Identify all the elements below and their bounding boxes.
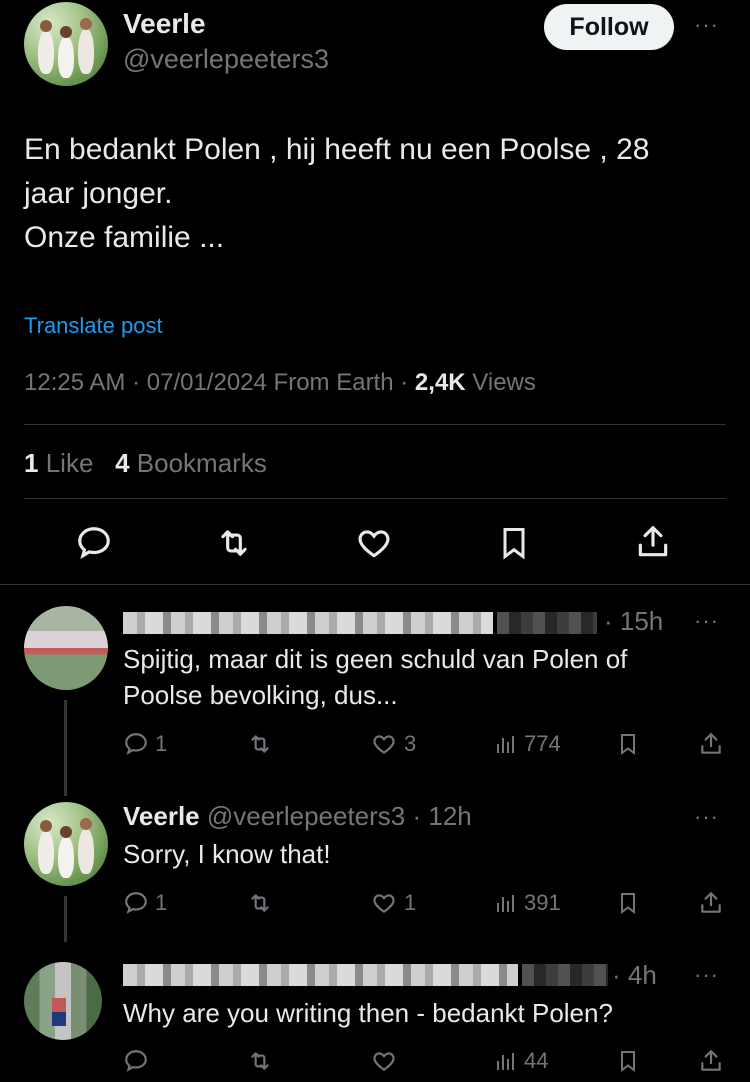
reply-button[interactable]: 1 bbox=[123, 890, 167, 916]
post-text-line: jaar jonger. bbox=[24, 177, 173, 210]
bookmark-icon bbox=[621, 1051, 635, 1072]
reply-author-name[interactable] bbox=[123, 612, 493, 634]
translate-post-link[interactable]: Translate post bbox=[24, 313, 163, 339]
like-icon bbox=[373, 894, 395, 913]
repost-icon bbox=[251, 735, 269, 753]
like-button[interactable] bbox=[370, 1048, 398, 1074]
like-button[interactable]: 3 bbox=[370, 731, 416, 757]
bookmark-button[interactable] bbox=[616, 890, 640, 916]
reply-author-handle[interactable]: @veerlepeeters3 bbox=[207, 801, 405, 831]
bookmarks-label: Bookmarks bbox=[136, 448, 267, 478]
reply-time[interactable]: · 4h bbox=[612, 960, 657, 991]
views-icon bbox=[497, 736, 514, 753]
divider bbox=[24, 498, 726, 499]
more-options-icon[interactable]: ··· bbox=[694, 804, 719, 830]
views-button[interactable]: 774 bbox=[494, 731, 561, 757]
reply-time[interactable]: · 12h bbox=[413, 801, 472, 831]
views-count: 2,4K bbox=[414, 369, 466, 396]
reply-text-line: Poolse bevolking, dus... bbox=[123, 680, 398, 710]
more-options-icon[interactable]: ··· bbox=[694, 608, 719, 634]
share-icon bbox=[701, 892, 721, 913]
post-time[interactable]: 12:25 AM bbox=[24, 369, 125, 396]
post-date[interactable]: 07/01/2024 bbox=[147, 369, 267, 396]
views-count: 391 bbox=[524, 890, 561, 915]
views-count: 44 bbox=[524, 1048, 549, 1073]
share-button[interactable] bbox=[698, 730, 724, 758]
author-avatar[interactable] bbox=[24, 802, 108, 886]
repost-button[interactable] bbox=[246, 1048, 274, 1074]
views-icon bbox=[497, 1053, 514, 1070]
reply-author-name[interactable] bbox=[123, 964, 518, 986]
author-handle[interactable]: @veerlepeeters3 bbox=[123, 44, 329, 75]
reply-author-handle[interactable] bbox=[497, 612, 597, 634]
reply-avatar[interactable] bbox=[24, 606, 108, 690]
like-count: 3 bbox=[404, 731, 417, 756]
reply-time[interactable]: · 15h bbox=[604, 606, 663, 637]
like-count: 1 bbox=[404, 890, 417, 915]
post-stats: 1 Like 4 Bookmarks bbox=[24, 448, 267, 479]
reply-icon[interactable] bbox=[75, 524, 113, 562]
reply-text: Why are you writing then - bedankt Polen… bbox=[123, 998, 613, 1028]
more-options-icon[interactable]: ··· bbox=[694, 12, 719, 38]
reply-icon bbox=[125, 1050, 147, 1072]
separator-dot: · bbox=[400, 369, 409, 396]
author-avatar[interactable] bbox=[24, 2, 108, 86]
post-text-line: Onze familie ... bbox=[24, 221, 225, 254]
reply-author-handle[interactable] bbox=[522, 964, 608, 986]
views-count: 774 bbox=[524, 731, 561, 756]
reply-icon bbox=[125, 892, 147, 914]
thread-line bbox=[64, 896, 67, 942]
repost-icon[interactable] bbox=[214, 524, 254, 562]
post-text: En bedankt Polen , hij heeft nu een Pool… bbox=[24, 128, 724, 260]
bookmark-icon bbox=[621, 734, 635, 755]
bookmarks-count: 4 bbox=[115, 448, 130, 478]
divider bbox=[0, 584, 750, 585]
likes-stat[interactable]: 1 Like bbox=[24, 448, 93, 478]
repost-button[interactable] bbox=[246, 731, 274, 757]
reply-button[interactable]: 1 bbox=[123, 731, 167, 757]
post-text-line: En bedankt Polen , hij heeft nu een Pool… bbox=[24, 133, 650, 166]
like-button[interactable]: 1 bbox=[370, 890, 416, 916]
bookmark-button[interactable] bbox=[616, 1048, 640, 1074]
bookmark-button[interactable] bbox=[616, 731, 640, 757]
reply-count: 1 bbox=[155, 731, 168, 756]
reply-header: Veerle @veerlepeeters3 · 12h bbox=[123, 801, 472, 832]
author-name[interactable]: Veerle bbox=[123, 8, 206, 40]
bookmark-icon[interactable] bbox=[496, 524, 532, 562]
views-label: Views bbox=[472, 369, 536, 396]
like-icon[interactable] bbox=[354, 524, 394, 562]
separator-dot: · bbox=[132, 369, 141, 396]
reply-count: 1 bbox=[155, 890, 168, 915]
repost-icon bbox=[251, 894, 269, 912]
reply-text: Spijtig, maar dit is geen schuld van Pol… bbox=[123, 641, 723, 713]
share-icon bbox=[701, 733, 721, 754]
divider bbox=[24, 424, 726, 425]
like-icon bbox=[373, 735, 395, 754]
share-icon bbox=[701, 1050, 721, 1071]
like-icon bbox=[373, 1052, 395, 1071]
bookmark-icon bbox=[621, 893, 635, 914]
reply-text-line: Spijtig, maar dit is geen schuld van Pol… bbox=[123, 644, 628, 674]
views-button[interactable]: 391 bbox=[494, 890, 561, 916]
repost-button[interactable] bbox=[246, 890, 274, 916]
share-button[interactable] bbox=[698, 1047, 724, 1075]
likes-count: 1 bbox=[24, 448, 39, 478]
reply-avatar[interactable] bbox=[24, 962, 102, 1040]
more-options-icon[interactable]: ··· bbox=[694, 962, 719, 988]
reply-author-name[interactable]: Veerle bbox=[123, 801, 200, 831]
follow-button[interactable]: Follow bbox=[544, 4, 674, 50]
post-meta: 12:25 AM · 07/01/2024 From Earth · 2,4K … bbox=[24, 369, 536, 397]
views-icon bbox=[497, 895, 514, 912]
share-icon[interactable] bbox=[634, 522, 672, 562]
repost-icon bbox=[251, 1052, 269, 1070]
post-source: From Earth bbox=[273, 369, 394, 396]
bookmarks-stat[interactable]: 4 Bookmarks bbox=[115, 448, 267, 478]
views-button[interactable]: 44 bbox=[494, 1048, 548, 1074]
likes-label: Like bbox=[45, 448, 94, 478]
reply-button[interactable] bbox=[123, 1048, 149, 1074]
thread-line bbox=[64, 700, 67, 796]
reply-icon bbox=[125, 733, 147, 755]
share-button[interactable] bbox=[698, 889, 724, 917]
reply-text: Sorry, I know that! bbox=[123, 839, 331, 869]
